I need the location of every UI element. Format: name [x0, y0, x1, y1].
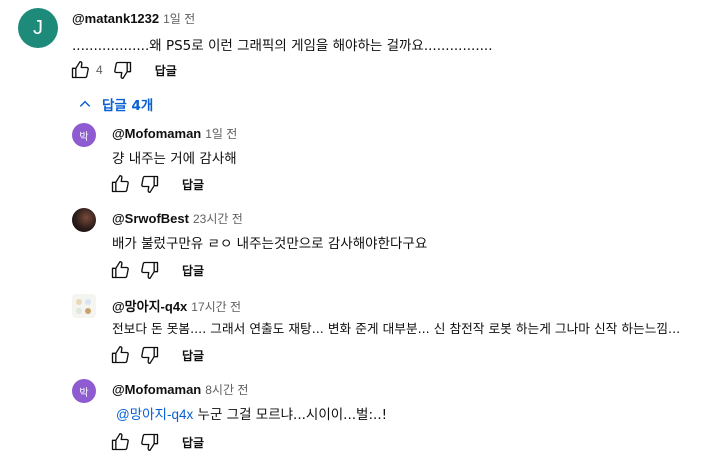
reply-button[interactable]: 답글: [182, 262, 204, 279]
avatar[interactable]: J: [18, 8, 58, 48]
reply-button[interactable]: 답글: [155, 62, 177, 79]
reply-time[interactable]: 8시간 전: [205, 383, 248, 397]
thumbs-down-icon[interactable]: [140, 260, 160, 280]
thumbs-up-icon[interactable]: [110, 432, 130, 452]
thumbs-down-icon[interactable]: [140, 345, 160, 365]
comment-time[interactable]: 1일 전: [163, 12, 195, 26]
reply-author[interactable]: @망아지-q4x 17시간 전: [112, 296, 241, 315]
chevron-up-icon: [79, 100, 91, 107]
avatar[interactable]: [72, 208, 96, 232]
reply-author[interactable]: @Mofomaman 8시간 전: [112, 381, 248, 398]
avatar[interactable]: 박: [72, 379, 96, 403]
author-name[interactable]: @matank1232: [72, 11, 159, 26]
thumbs-up-icon[interactable]: [110, 260, 130, 280]
reply-text-body: 누군 그걸 모르냐...시이이...벌:..!: [197, 407, 388, 423]
reply-text: @망아지-q4x 누군 그걸 모르냐...시이이...벌:..!: [116, 403, 387, 423]
comment-author[interactable]: @matank1232 1일 전: [72, 10, 195, 27]
avatar-letter: 박: [79, 387, 89, 399]
avatar-letter: J: [33, 16, 43, 39]
reply-button[interactable]: 답글: [182, 347, 204, 364]
reply-text: 배가 불렀구만유 ㄹㅇ 내주는것만으로 감사해야한다구요: [112, 236, 428, 252]
author-name[interactable]: @Mofomaman: [112, 126, 201, 141]
reply-time[interactable]: 23시간 전: [193, 212, 243, 226]
reply-time[interactable]: 17시간 전: [191, 300, 241, 314]
avatar-doodle: [76, 299, 91, 314]
author-name[interactable]: @SrwofBest: [112, 211, 189, 226]
thumbs-up-icon[interactable]: [110, 345, 130, 365]
like-count: 4: [96, 63, 103, 77]
author-name[interactable]: @Mofomaman: [112, 382, 201, 397]
reply-actions: 답글: [110, 258, 204, 282]
comment-actions: 4 답글: [70, 58, 177, 82]
reply-text: 걍 내주는 거에 감사해: [112, 151, 237, 167]
reply-text: 전보다 돈 못봄.... 그래서 연출도 재탕... 변화 준게 대부분... …: [112, 321, 681, 336]
replies-toggle-label: 답글 4개: [102, 98, 154, 114]
reply-actions: 답글: [110, 172, 204, 196]
comment-text: ..................왜 PS5로 이런 그래픽의 게임을 해야하…: [72, 38, 493, 54]
mention-link[interactable]: @망아지-q4x: [116, 407, 193, 422]
thumbs-up-icon[interactable]: [110, 174, 130, 194]
avatar-letter: 박: [79, 131, 89, 143]
reply-time[interactable]: 1일 전: [205, 127, 237, 141]
thumbs-down-icon[interactable]: [140, 432, 160, 452]
author-name[interactable]: @망아지-q4x: [112, 299, 187, 314]
reply-actions: 답글: [110, 430, 204, 454]
thumbs-up-icon[interactable]: [70, 60, 90, 80]
replies-toggle[interactable]: 답글 4개: [78, 94, 153, 114]
reply-actions: 답글: [110, 343, 204, 367]
avatar[interactable]: [72, 294, 96, 318]
reply-author[interactable]: @SrwofBest 23시간 전: [112, 210, 243, 227]
thumbs-down-icon[interactable]: [113, 60, 133, 80]
reply-button[interactable]: 답글: [182, 434, 204, 451]
avatar[interactable]: 박: [72, 123, 96, 147]
thumbs-down-icon[interactable]: [140, 174, 160, 194]
reply-author[interactable]: @Mofomaman 1일 전: [112, 125, 237, 142]
reply-button[interactable]: 답글: [182, 176, 204, 193]
